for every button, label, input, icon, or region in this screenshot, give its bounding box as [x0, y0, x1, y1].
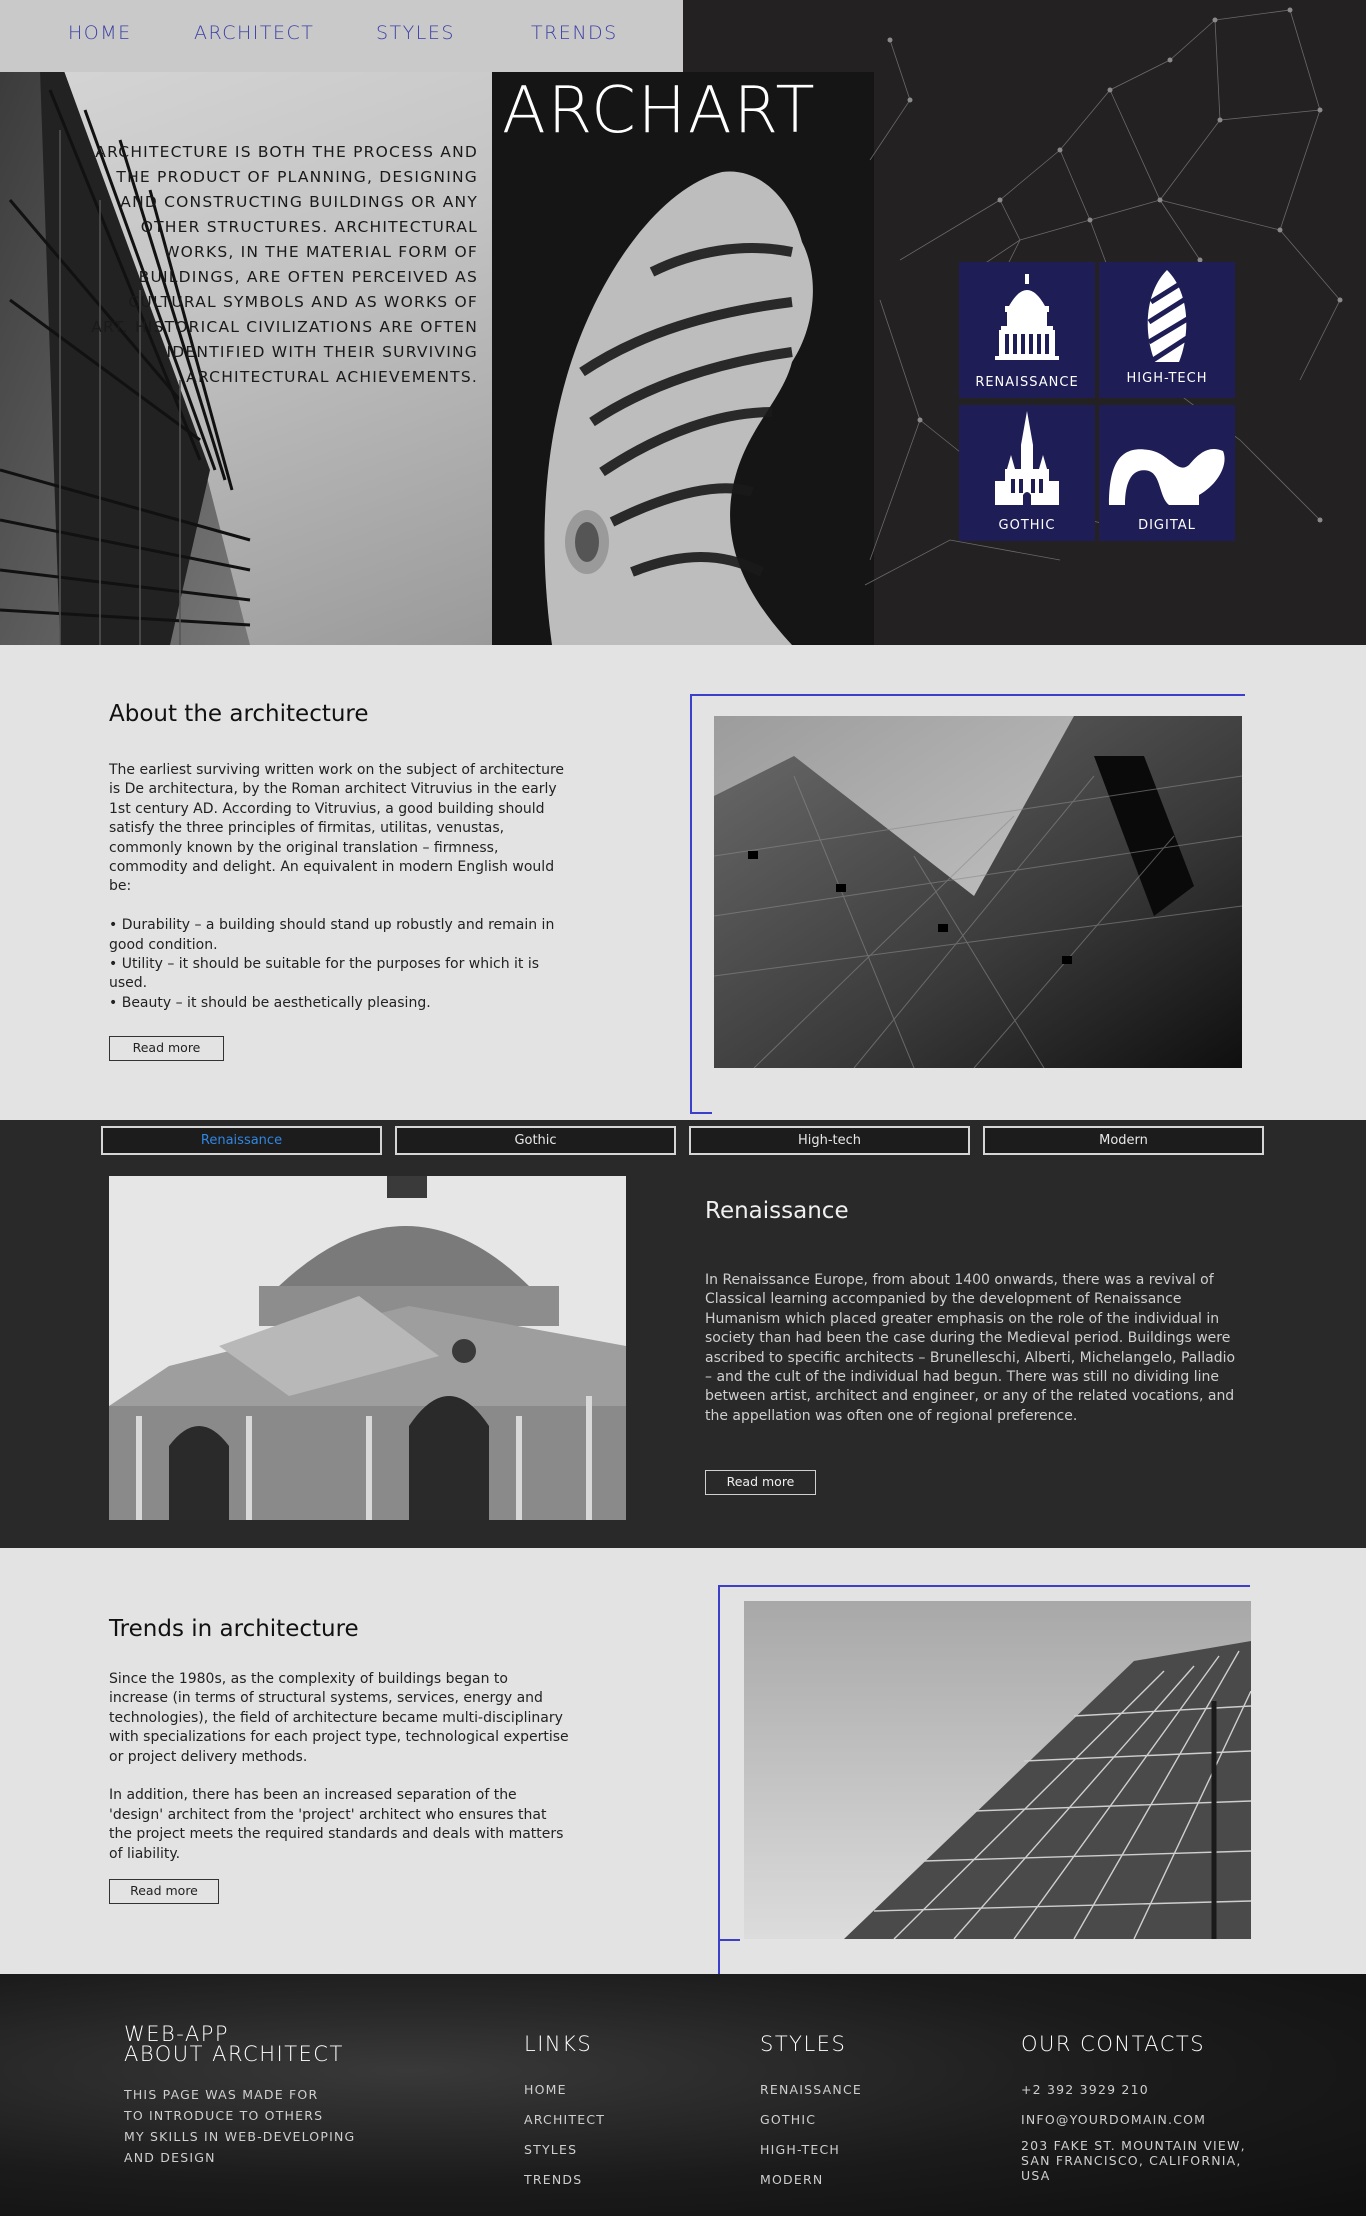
about-building-photo — [714, 716, 1242, 1068]
styles-read-more-button[interactable]: Read more — [705, 1470, 816, 1495]
about-frame-top — [690, 694, 1245, 696]
footer-address: 203 FAKE ST. MOUNTAIN VIEW, SAN FRANCISC… — [1021, 2138, 1246, 2183]
nav-styles[interactable]: STYLES — [376, 22, 455, 44]
nav-trends[interactable]: TRENDS — [531, 22, 618, 44]
trends-read-more-button[interactable]: Read more — [109, 1879, 219, 1904]
tile-digital[interactable]: DIGITAL — [1099, 405, 1235, 541]
trends-frame-bottom — [718, 1939, 740, 1941]
tile-gothic[interactable]: GOTHIC — [959, 405, 1095, 541]
about-title: About the architecture — [109, 701, 369, 727]
footer-styles-title: STYLES — [760, 2032, 847, 2056]
tab-renaissance[interactable]: Renaissance — [101, 1126, 382, 1155]
trends-section: Trends in architecture Since the 1980s, … — [0, 1548, 1366, 1989]
nav-home[interactable]: HOME — [68, 22, 132, 44]
tile-renaissance[interactable]: RENAISSANCE — [959, 262, 1095, 398]
footer-about-title-1: WEB-APP — [124, 2022, 230, 2046]
styles-body: In Renaissance Europe, from about 1400 o… — [705, 1272, 1236, 1424]
trends-frame-left — [718, 1585, 720, 1989]
footer-links-title: LINKS — [524, 2032, 593, 2056]
footer-link-trends[interactable]: TRENDS — [524, 2172, 582, 2187]
tile-label-renaissance: RENAISSANCE — [975, 375, 1079, 390]
footer-link-architect[interactable]: ARCHITECT — [524, 2112, 605, 2127]
nav-architect[interactable]: ARCHITECT — [194, 22, 314, 44]
tile-label-digital: DIGITAL — [1138, 518, 1196, 533]
hero-intro-text: ARCHITECTURE IS BOTH THE PROCESS AND THE… — [91, 143, 478, 386]
footer: WEB-APP ABOUT ARCHITECT THIS PAGE WAS MA… — [0, 1974, 1366, 2216]
trends-body: Since the 1980s, as the complexity of bu… — [109, 1671, 569, 1862]
trends-frame-top — [718, 1585, 1250, 1587]
about-body: The earliest surviving written work on t… — [109, 762, 565, 1011]
styles-title: Renaissance — [705, 1198, 849, 1224]
tab-gothic[interactable]: Gothic — [395, 1126, 676, 1155]
about-frame-left — [690, 694, 692, 1114]
tab-modern[interactable]: Modern — [983, 1126, 1264, 1155]
about-frame-bottom — [690, 1112, 712, 1114]
tile-high-tech[interactable]: HIGH-TECH — [1099, 262, 1235, 398]
logo[interactable]: ARCHART — [502, 74, 817, 148]
footer-phone[interactable]: +2 392 3929 210 — [1021, 2082, 1149, 2097]
footer-link-home[interactable]: HOME — [524, 2082, 567, 2097]
tab-high-tech[interactable]: High-tech — [689, 1126, 970, 1155]
trends-title: Trends in architecture — [109, 1616, 359, 1642]
about-read-more-button[interactable]: Read more — [109, 1036, 224, 1061]
trends-glass-building-photo — [744, 1601, 1251, 1939]
footer-style-renaissance[interactable]: RENAISSANCE — [760, 2082, 862, 2097]
about-section: About the architecture The earliest surv… — [0, 645, 1366, 1120]
tile-label-gothic: GOTHIC — [998, 518, 1056, 533]
styles-section: Renaissance Gothic High-tech Modern Rena… — [0, 1120, 1366, 1548]
footer-email[interactable]: INFO@YOURDOMAIN.COM — [1021, 2112, 1206, 2127]
hero-portrait-photo — [492, 72, 874, 645]
hero-section: HOME ARCHITECT STYLES TRENDS ARCHITECTUR… — [0, 0, 1366, 645]
renaissance-church-photo — [109, 1176, 626, 1520]
footer-style-modern[interactable]: MODERN — [760, 2172, 823, 2187]
footer-about-title-2: ABOUT ARCHITECT — [124, 2042, 344, 2066]
footer-about-text: THIS PAGE WAS MADE FOR TO INTRODUCE TO O… — [124, 2087, 356, 2165]
footer-contacts-title: OUR CONTACTS — [1021, 2032, 1206, 2056]
footer-style-gothic[interactable]: GOTHIC — [760, 2112, 816, 2127]
footer-style-high-tech[interactable]: HIGH-TECH — [760, 2142, 840, 2157]
tile-label-high-tech: HIGH-TECH — [1126, 371, 1208, 386]
footer-link-styles[interactable]: STYLES — [524, 2142, 577, 2157]
